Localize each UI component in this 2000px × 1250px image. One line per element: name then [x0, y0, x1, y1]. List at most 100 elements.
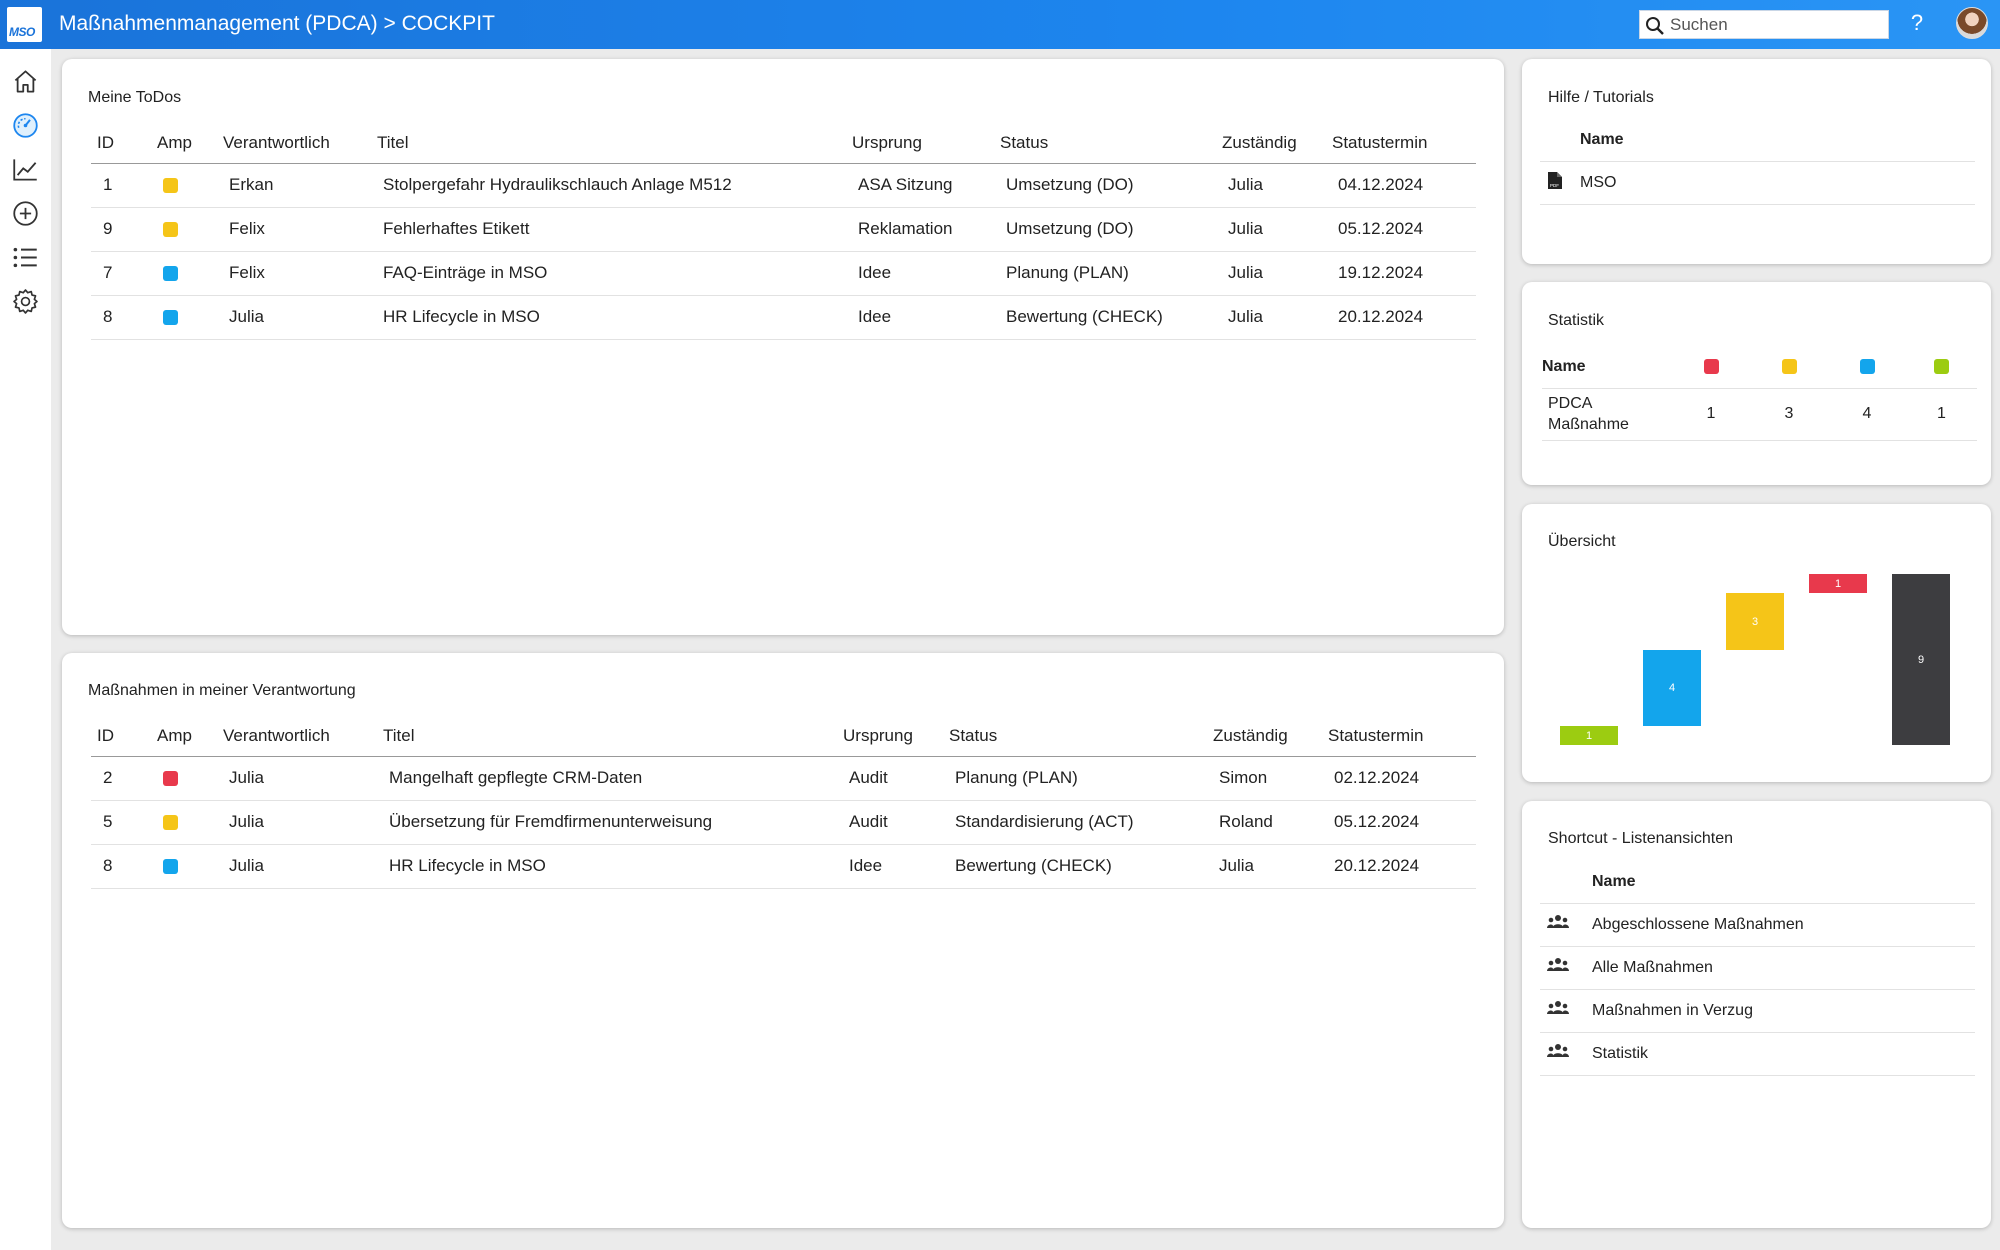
column-header[interactable]: Statustermin — [1322, 716, 1476, 757]
chart-icon[interactable] — [12, 156, 39, 183]
column-header[interactable]: Verantwortlich — [217, 716, 377, 757]
sidebar — [0, 49, 51, 1250]
cell-amp — [151, 163, 217, 208]
column-header[interactable] — [1672, 346, 1750, 389]
table-header-row: ID Amp Verantwortlich Titel Ursprung Sta… — [91, 123, 1476, 164]
top-bar: MSO Maßnahmenmanagement (PDCA) > COCKPIT… — [0, 0, 2000, 49]
app-logo[interactable]: MSO — [7, 7, 42, 42]
cell-titel: Stolpergefahr Hydraulikschlauch Anlage M… — [371, 163, 846, 208]
chart-bar-yellow[interactable]: 3 — [1726, 593, 1784, 650]
cell-amp — [151, 844, 217, 889]
search-input[interactable] — [1670, 14, 1880, 36]
users-icon — [1547, 958, 1569, 971]
column-header[interactable]: Ursprung — [837, 716, 943, 757]
chart-data-label: 1 — [1585, 729, 1593, 742]
column-header[interactable] — [1906, 346, 1977, 389]
chart-data-label: 1 — [1834, 577, 1842, 590]
list-item[interactable]: PDF MSO — [1540, 161, 1975, 205]
home-icon[interactable] — [12, 68, 39, 95]
column-header[interactable]: Name — [1592, 861, 1975, 904]
cell-zustaendig: Julia — [1216, 295, 1326, 340]
help-button[interactable]: ? — [1907, 10, 1927, 36]
list-item[interactable]: Maßnahmen in Verzug — [1540, 989, 1975, 1033]
cell-zustaendig: Roland — [1207, 800, 1322, 845]
table-row[interactable]: 5 Julia Übersetzung für Fremdfirmenunter… — [91, 800, 1476, 845]
help-item-label: MSO — [1580, 161, 1975, 205]
column-header[interactable]: Statustermin — [1326, 123, 1476, 164]
chart-bar-blue[interactable]: 4 — [1643, 650, 1701, 726]
cell-ursprung: Audit — [837, 800, 943, 845]
chart-bar-total[interactable]: 9 — [1892, 574, 1950, 745]
cell-zustaendig: Simon — [1207, 756, 1322, 801]
column-header[interactable] — [1828, 346, 1906, 389]
cell-amp — [151, 756, 217, 801]
cell-ursprung: Idee — [846, 295, 994, 340]
card-title: Shortcut - Listenansichten — [1548, 830, 1733, 847]
users-icon — [1547, 1044, 1569, 1057]
column-header[interactable]: ID — [91, 123, 151, 164]
table-row[interactable]: 8 Julia HR Lifecycle in MSO Idee Bewertu… — [91, 844, 1476, 889]
cell-verantwortlich: Julia — [217, 756, 377, 801]
list-item[interactable]: Alle Maßnahmen — [1540, 946, 1975, 990]
column-header[interactable]: Status — [943, 716, 1207, 757]
cell-verantwortlich: Felix — [217, 207, 371, 252]
cell-verantwortlich: Erkan — [217, 163, 371, 208]
statistik-table: Name PDCA Maßnahme 1 3 4 1 — [1542, 346, 1977, 441]
dashboard-icon[interactable] — [12, 112, 39, 139]
chart-bar-red[interactable]: 1 — [1809, 574, 1867, 593]
column-header[interactable]: Zuständig — [1216, 123, 1326, 164]
list-item[interactable]: Statistik — [1540, 1032, 1975, 1076]
traffic-light-indicator — [1703, 359, 1719, 375]
add-circle-icon[interactable] — [12, 200, 39, 227]
list-icon[interactable] — [12, 244, 39, 271]
list-item[interactable]: Abgeschlossene Maßnahmen — [1540, 903, 1975, 947]
stat-value: 1 — [1672, 388, 1750, 441]
column-header[interactable]: Verantwortlich — [217, 123, 371, 164]
cell-id: 5 — [91, 800, 151, 845]
table-row[interactable]: PDCA Maßnahme 1 3 4 1 — [1542, 388, 1977, 441]
card-title: Statistik — [1548, 312, 1605, 329]
column-header[interactable]: Ursprung — [846, 123, 994, 164]
column-header[interactable] — [1750, 346, 1828, 389]
traffic-light-indicator — [163, 310, 178, 326]
responsibility-card: Maßnahmen in meiner Verantwortung ID Amp… — [62, 653, 1504, 1228]
settings-icon[interactable] — [12, 288, 39, 315]
search-box[interactable] — [1639, 10, 1889, 39]
table-row[interactable]: 2 Julia Mangelhaft gepflegte CRM-Daten A… — [91, 756, 1476, 801]
shortcut-label: Maßnahmen in Verzug — [1592, 989, 1975, 1033]
shortcuts-table: Name Abgeschlossene Maßnahmen Alle Maßna… — [1540, 861, 1975, 1076]
cell-verantwortlich: Julia — [217, 844, 377, 889]
traffic-light-indicator — [1934, 359, 1949, 375]
column-header[interactable]: Titel — [377, 716, 837, 757]
cell-id: 9 — [91, 207, 151, 252]
column-header[interactable]: Zuständig — [1207, 716, 1322, 757]
column-header[interactable]: Name — [1542, 346, 1672, 389]
column-header[interactable]: Status — [994, 123, 1216, 164]
cell-status: Bewertung (CHECK) — [943, 844, 1207, 889]
cell-status: Umsetzung (DO) — [994, 163, 1216, 208]
column-header[interactable]: Amp — [151, 123, 217, 164]
cell-id: 8 — [91, 295, 151, 340]
table-header-row: Name — [1542, 346, 1977, 389]
search-icon — [1646, 17, 1664, 35]
column-header[interactable]: Titel — [371, 123, 846, 164]
shortcut-label: Statistik — [1592, 1032, 1975, 1076]
table-row[interactable]: 7 Felix FAQ-Einträge in MSO Idee Planung… — [91, 251, 1476, 296]
table-header-row: ID Amp Verantwortlich Titel Ursprung Sta… — [91, 716, 1476, 757]
cell-ursprung: Reklamation — [846, 207, 994, 252]
users-icon — [1547, 915, 1569, 928]
column-header[interactable]: Amp — [151, 716, 217, 757]
cell-titel: HR Lifecycle in MSO — [371, 295, 846, 340]
table-row[interactable]: 1 Erkan Stolpergefahr Hydraulikschlauch … — [91, 163, 1476, 208]
cell-termin: 05.12.2024 — [1322, 800, 1476, 845]
cell-status: Standardisierung (ACT) — [943, 800, 1207, 845]
uebersicht-chart: 1 4 3 1 9 — [1522, 504, 1991, 782]
avatar[interactable] — [1956, 7, 1988, 39]
cell-termin: 19.12.2024 — [1326, 251, 1476, 296]
column-header[interactable]: Name — [1580, 119, 1975, 162]
table-row[interactable]: 9 Felix Fehlerhaftes Etikett Reklamation… — [91, 207, 1476, 252]
traffic-light-indicator — [163, 859, 178, 875]
chart-bar-green[interactable]: 1 — [1560, 726, 1618, 745]
table-row[interactable]: 8 Julia HR Lifecycle in MSO Idee Bewertu… — [91, 295, 1476, 340]
column-header[interactable]: ID — [91, 716, 151, 757]
